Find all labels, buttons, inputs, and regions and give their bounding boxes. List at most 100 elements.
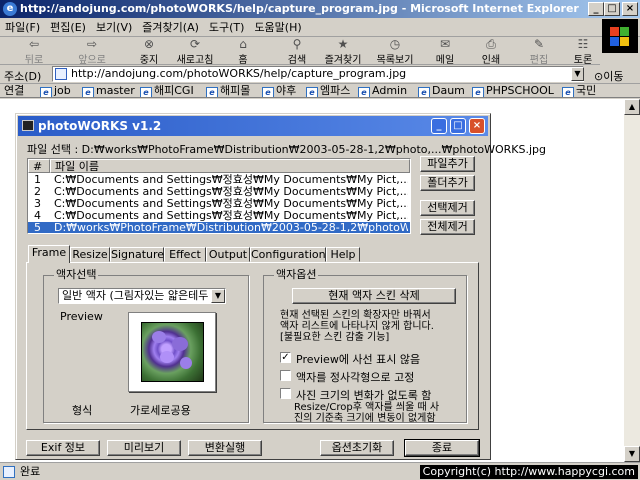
stop-button[interactable]: ⊗ 중지: [134, 38, 164, 67]
link-master[interactable]: e master: [82, 84, 135, 97]
link-happymall[interactable]: e 해피몰: [206, 84, 250, 97]
link-admin[interactable]: e Admin: [358, 84, 407, 97]
dialog-minimize-icon[interactable]: _: [431, 118, 447, 134]
menu-view[interactable]: 보기(V): [91, 18, 137, 37]
forward-button[interactable]: ⇨ 앞으로: [70, 38, 114, 67]
history-button[interactable]: ◷ 목록보기: [370, 38, 420, 67]
print-button[interactable]: ⎙ 인쇄: [476, 38, 506, 67]
address-input[interactable]: http://andojung.com/photoWORKS/help/capt…: [52, 66, 584, 82]
add-file-button[interactable]: 파일추가: [420, 156, 475, 172]
discuss-icon: ☷: [577, 37, 589, 51]
link-page-icon: e: [40, 87, 52, 97]
file-list[interactable]: # 파일 이름 1 C:₩Documents and Settings₩정효성₩M…: [27, 158, 411, 234]
home-button[interactable]: ⌂ 홈: [230, 37, 256, 67]
tab-effect[interactable]: Effect: [164, 247, 206, 262]
resize-note-line: 진의 기준축 크기에 변동이 없게함: [294, 413, 436, 424]
tab-output[interactable]: Output: [206, 247, 250, 262]
scroll-down-icon[interactable]: ▼: [624, 446, 640, 462]
frame-select-dropdown[interactable]: 일반 액자 (그림자있는 얇은테두 ▼: [58, 288, 226, 304]
edit-button[interactable]: ✎ 편집: [524, 37, 554, 67]
remove-all-button[interactable]: 전체제거: [420, 219, 475, 235]
vertical-scrollbar[interactable]: ▲ ▼: [624, 99, 640, 462]
edit-icon: ✎: [533, 37, 545, 51]
frame-select-group-label: 액자선택: [54, 268, 99, 281]
minimize-icon[interactable]: _: [588, 2, 604, 16]
no-diagonal-checkbox[interactable]: ✓: [280, 352, 291, 363]
go-button[interactable]: ⊙이동: [594, 68, 623, 84]
frame-type-value: 가로세로공용: [130, 404, 191, 417]
keep-size-checkbox[interactable]: [280, 388, 291, 399]
tab-frame[interactable]: Frame: [28, 245, 70, 263]
frame-type-label: 형식: [72, 404, 93, 417]
back-button[interactable]: ⇦ 뒤로: [14, 37, 54, 67]
link-page-icon: e: [306, 87, 318, 97]
tab-help[interactable]: Help: [326, 247, 360, 262]
frame-select-group: 액자선택 일반 액자 (그림자있는 얇은테두 ▼ Preview 형식 가로세로…: [43, 269, 249, 423]
remove-selected-button[interactable]: 선택제거: [420, 200, 475, 216]
link-page-icon: e: [418, 87, 430, 97]
browser-title: http://andojung.com/photoWORKS/help/capt…: [20, 2, 579, 15]
reset-options-button[interactable]: 옵션초기화: [320, 440, 394, 456]
convert-button[interactable]: 변환실행: [188, 440, 262, 456]
refresh-button[interactable]: ⟳ 새로고침: [170, 37, 220, 67]
preview-button[interactable]: 미리보기: [107, 440, 181, 456]
link-yahoo[interactable]: e 야후: [262, 84, 296, 97]
favorites-button[interactable]: ★ 즐겨찾기: [318, 37, 368, 67]
address-dropdown-icon[interactable]: ▼: [571, 67, 584, 81]
file-row[interactable]: 4 C:₩Documents and Settings₩정효성₩My Docume…: [28, 210, 410, 222]
tab-signature[interactable]: Signature: [110, 247, 164, 262]
link-kookmin[interactable]: e 국민: [562, 84, 596, 97]
dialog-maximize-icon[interactable]: □: [450, 118, 466, 134]
favorites-icon: ★: [337, 37, 349, 51]
dialog-close-icon[interactable]: ×: [469, 118, 485, 134]
file-row-selected[interactable]: 5 D:₩works₩PhotoFrame₩Distribution₩2003-0…: [28, 222, 410, 233]
square-frame-checkbox[interactable]: [280, 370, 291, 381]
status-text: 완료: [20, 465, 41, 478]
skin-note-line: [불필요한 스킨 감출 기능]: [280, 332, 390, 343]
menu-edit[interactable]: 편집(E): [45, 18, 91, 37]
search-button[interactable]: ⚲ 검색: [282, 38, 312, 67]
menu-file[interactable]: 파일(F): [0, 18, 45, 37]
home-icon: ⌂: [239, 37, 247, 51]
menu-tools[interactable]: 도구(T): [204, 18, 250, 37]
link-happycgi[interactable]: e 해피CGI: [140, 84, 194, 97]
file-row[interactable]: 3 C:₩Documents and Settings₩정효성₩My Docume…: [28, 198, 410, 210]
tab-resize[interactable]: Resize: [70, 247, 110, 262]
links-bar: 연결 e job e master e 해피CGI e 해피몰 e 야후 e 엠파스 e Ad…: [0, 84, 640, 98]
file-selection-path: 파일 선택 : D:₩works₩PhotoFrame₩Distribution…: [27, 143, 547, 156]
maximize-icon[interactable]: □: [604, 2, 620, 16]
add-folder-button[interactable]: 폴더추가: [420, 175, 475, 191]
refresh-icon: ⟳: [189, 37, 201, 51]
exif-info-button[interactable]: Exif 정보: [26, 440, 100, 456]
delete-skin-button[interactable]: 현재 액자 스킨 삭제: [292, 288, 456, 304]
close-icon[interactable]: ×: [622, 2, 638, 16]
exit-button[interactable]: 종료: [404, 439, 480, 457]
browser-title-bar: e http://andojung.com/photoWORKS/help/ca…: [0, 0, 640, 18]
link-phpschool[interactable]: e PHPSCHOOL: [472, 84, 554, 97]
scroll-up-icon[interactable]: ▲: [624, 99, 640, 115]
address-label: 주소(D): [4, 70, 42, 83]
back-arrow-icon: ⇦: [28, 37, 40, 51]
file-row[interactable]: 2 C:₩Documents and Settings₩정효성₩My Docume…: [28, 186, 410, 198]
mail-button[interactable]: ✉ 메일: [428, 38, 462, 67]
address-bar: 주소(D) http://andojung.com/photoWORKS/hel…: [0, 65, 640, 84]
tab-configuration[interactable]: Configuration: [250, 247, 326, 262]
column-filename[interactable]: 파일 이름: [50, 159, 410, 173]
link-job[interactable]: e job: [40, 84, 71, 97]
menu-bar: 파일(F) 편집(E) 보기(V) 즐겨찾기(A) 도구(T) 도움말(H): [0, 18, 640, 37]
file-row[interactable]: 1 C:₩Documents and Settings₩정효성₩My Docume…: [28, 174, 410, 186]
page-icon: [55, 68, 67, 80]
resize-note-line: Resize/Crop후 액자를 씌울 때 사: [294, 402, 440, 413]
skin-note-line: 현재 선택된 스킨의 확장자만 바꿔서: [280, 310, 431, 321]
photoworks-dialog: photoWORKS v1.2 _ □ × 파일 선택 : D:₩works₩P…: [15, 113, 546, 460]
copyright-text: Copyright(c) http://www.happycgi.com: [419, 465, 638, 479]
column-number[interactable]: #: [28, 159, 50, 173]
discuss-button[interactable]: ☷ 토론: [568, 37, 598, 67]
link-empas[interactable]: e 엠파스: [306, 84, 350, 97]
frame-select-value: 일반 액자 (그림자있는 얇은테두: [62, 289, 209, 302]
chevron-down-icon[interactable]: ▼: [211, 289, 225, 303]
link-page-icon: e: [140, 87, 152, 97]
menu-favorites[interactable]: 즐겨찾기(A): [137, 18, 204, 37]
menu-help[interactable]: 도움말(H): [249, 18, 306, 37]
link-daum[interactable]: e Daum: [418, 84, 465, 97]
